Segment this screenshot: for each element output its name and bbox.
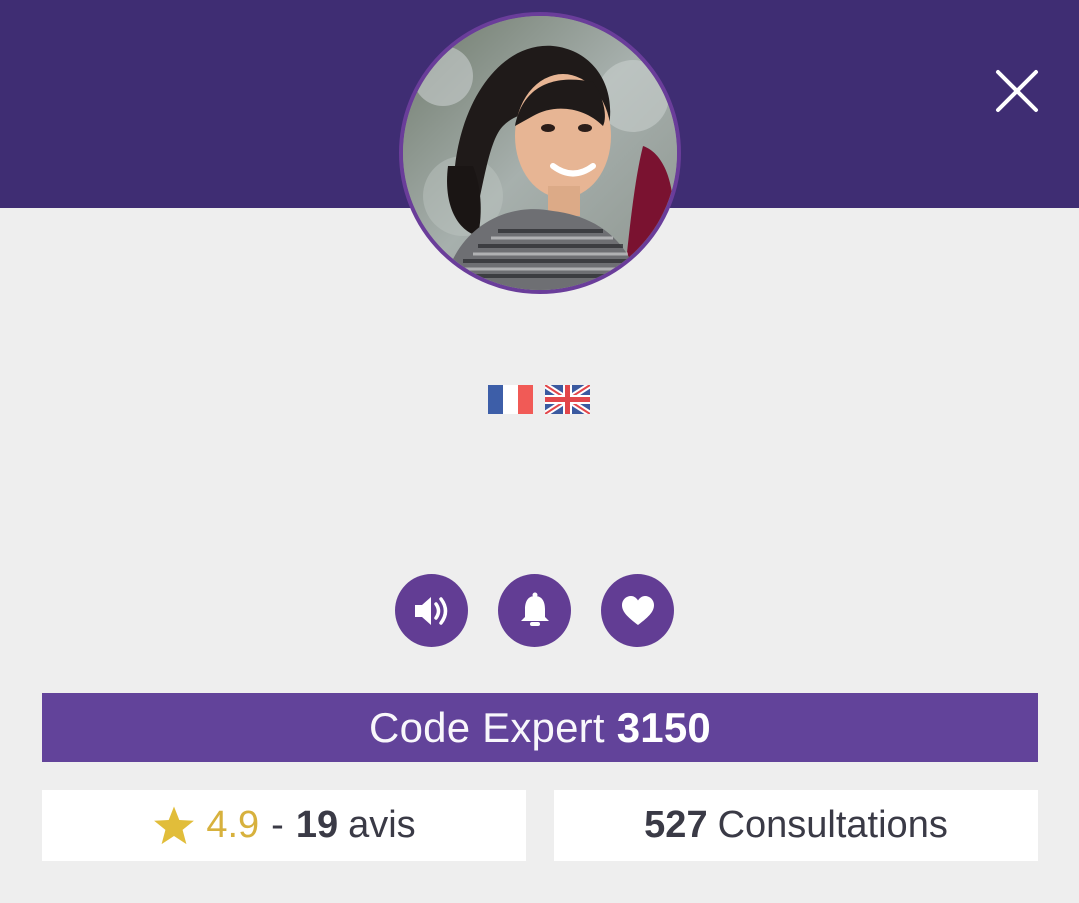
audio-button[interactable] xyxy=(395,574,468,647)
expert-code-bar: Code Expert 3150 xyxy=(42,693,1038,762)
avatar xyxy=(399,12,681,294)
notify-button[interactable] xyxy=(498,574,571,647)
code-label: Code Expert xyxy=(369,703,605,751)
consultations-box: 527 Consultations xyxy=(554,790,1038,861)
close-icon xyxy=(996,70,1038,112)
rating-box[interactable]: 4.9 - 19 avis xyxy=(42,790,526,861)
flag-france-icon xyxy=(488,385,533,414)
rating-value: 4.9 xyxy=(206,804,260,846)
bell-icon xyxy=(520,592,549,626)
review-count: 19 xyxy=(295,804,339,846)
rating-separator: - xyxy=(271,804,284,846)
flag-uk-icon xyxy=(545,385,590,414)
heart-icon xyxy=(621,595,654,625)
favorite-button[interactable] xyxy=(601,574,674,647)
code-value: 3150 xyxy=(616,703,711,751)
star-icon xyxy=(154,805,195,844)
close-button[interactable] xyxy=(990,64,1044,118)
consultations-label: Consultations xyxy=(717,804,948,846)
review-label: avis xyxy=(348,804,416,846)
language-flags xyxy=(488,385,590,414)
speaker-icon xyxy=(414,596,447,625)
profile-photo xyxy=(403,16,677,290)
action-buttons xyxy=(395,574,674,647)
consultations-count: 527 xyxy=(644,804,708,846)
